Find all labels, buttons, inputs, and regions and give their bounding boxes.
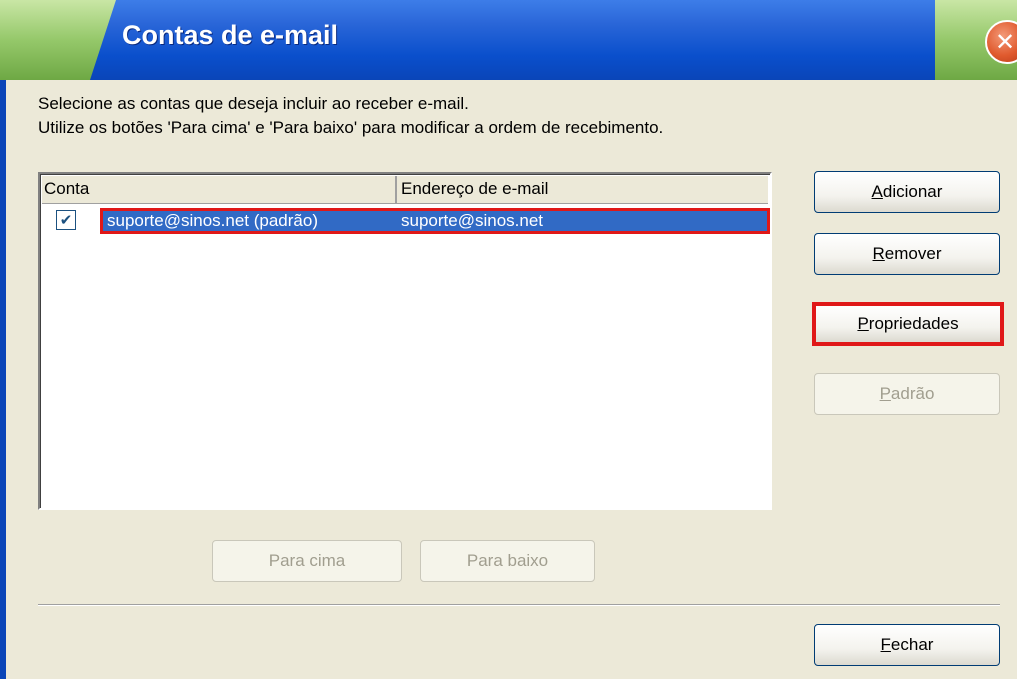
properties-button-mnemonic: P [857,314,869,333]
checkmark-icon: ✔ [59,212,73,229]
properties-button[interactable]: Propriedades [812,302,1004,346]
column-header-account[interactable]: Conta [42,176,397,204]
selected-row-highlight[interactable]: suporte@sinos.net (padrão) suporte@sinos… [100,208,770,234]
remove-button-mnemonic: R [872,244,885,263]
close-icon: ✕ [995,28,1016,56]
window-title: Contas de e-mail [122,20,339,50]
default-button-mnemonic: P [879,384,891,403]
add-button-label: dicionar [882,182,943,201]
account-checkbox[interactable]: ✔ [56,210,76,230]
move-down-button[interactable]: Para baixo [420,540,595,582]
list-header: Conta Endereço de e-mail [42,176,768,204]
add-button-mnemonic: A [871,182,883,201]
move-up-button[interactable]: Para cima [212,540,402,582]
instructions-line-2: Utilize os botões 'Para cima' e 'Para ba… [38,118,664,137]
email-accounts-dialog: Contas de e-mail ✕ Selecione as contas q… [0,0,1017,679]
list-item[interactable]: ✔ suporte@sinos.net (padrão) suporte@sin… [42,206,770,234]
close-button-mnemonic: F [880,635,891,654]
account-email: suporte@sinos.net [401,211,544,230]
remove-button[interactable]: Remover [814,233,1000,275]
instructions: Selecione as contas que deseja incluir a… [38,92,663,140]
remove-button-label: emover [884,244,942,263]
properties-button-label: ropriedades [868,314,959,333]
account-name: suporte@sinos.net (padrão) [107,211,318,230]
default-button[interactable]: Padrão [814,373,1000,415]
default-button-label: adrão [890,384,935,403]
column-header-email[interactable]: Endereço de e-mail [399,176,772,204]
instructions-line-1: Selecione as contas que deseja incluir a… [38,94,469,113]
add-button[interactable]: Adicionar [814,171,1000,213]
separator [38,604,1000,606]
close-button-label: echar [890,635,934,654]
title-bar[interactable]: Contas de e-mail ✕ [0,0,1017,80]
close-button[interactable]: Fechar [814,624,1000,666]
window-left-border [0,80,6,679]
accounts-list[interactable]: Conta Endereço de e-mail ✔ suporte@sinos… [38,172,772,510]
